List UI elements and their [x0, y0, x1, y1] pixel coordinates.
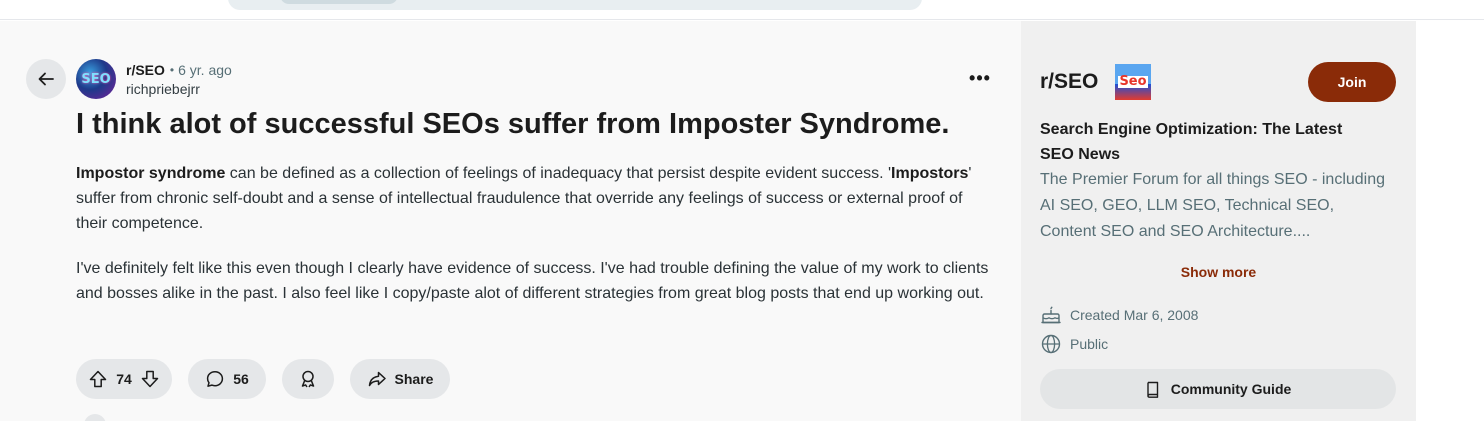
post-actions: 74 56 Share [76, 359, 450, 399]
subreddit-avatar[interactable]: SEO [76, 59, 116, 99]
visibility-row: Public [1040, 333, 1108, 355]
cake-icon [1041, 306, 1061, 324]
subreddit-link[interactable]: r/SEO [126, 61, 165, 79]
community-name[interactable]: r/SEO [1040, 69, 1098, 95]
show-more-link[interactable]: Show more [1021, 264, 1416, 280]
paragraph-text: can be defined as a collection of feelin… [225, 165, 892, 182]
more-options-icon: ••• [969, 67, 991, 88]
post-body: Impostor syndrome can be defined as a co… [76, 161, 996, 326]
community-sidebar: r/SEO Seo Join Search Engine Optimizatio… [1021, 21, 1416, 421]
community-icon-text: Seo [1118, 74, 1148, 89]
post-paragraph-2: I've definitely felt like this even thou… [76, 260, 989, 302]
globe-icon [1041, 334, 1061, 354]
post-meta: r/SEO • 6 yr. ago [126, 61, 232, 79]
created-date: Created Mar 6, 2008 [1070, 307, 1199, 323]
top-bar [0, 0, 1484, 20]
downvote-icon[interactable] [140, 369, 160, 389]
more-options-button[interactable]: ••• [966, 68, 994, 88]
comment-icon [207, 371, 224, 387]
community-headline: Search Engine Optimization: The Latest S… [1040, 121, 1343, 163]
post-paragraph-1: Impostor syndrome can be defined as a co… [76, 161, 996, 236]
community-icon: Seo [1115, 64, 1151, 100]
comment-count: 56 [233, 371, 249, 387]
comments-button[interactable]: 56 [188, 359, 266, 399]
share-button[interactable]: Share [350, 359, 450, 399]
created-date-row: Created Mar 6, 2008 [1040, 305, 1198, 325]
author-link[interactable]: richpriebejrr [126, 80, 200, 98]
share-label: Share [394, 371, 434, 387]
bold-term-1: Impostor syndrome [76, 165, 226, 182]
vote-control: 74 [76, 359, 172, 399]
meta-separator: • [169, 63, 175, 77]
search-bar[interactable] [228, 0, 922, 10]
vote-count: 74 [116, 371, 132, 387]
back-arrow-icon [38, 72, 54, 86]
community-description: The Premier Forum for all things SEO - i… [1040, 171, 1386, 240]
award-button[interactable] [282, 359, 334, 399]
bold-term-2: Impostors [891, 165, 969, 182]
visibility-label: Public [1070, 336, 1109, 352]
join-button[interactable]: Join [1308, 62, 1396, 102]
community-guide-label: Community Guide [1170, 381, 1292, 397]
right-gutter [1416, 21, 1484, 421]
search-chip[interactable] [280, 0, 398, 4]
upvote-icon[interactable] [88, 369, 108, 389]
award-icon [301, 370, 315, 388]
back-button[interactable] [26, 59, 66, 99]
avatar-text: SEO [81, 71, 111, 87]
post-title: I think alot of successful SEOs suffer f… [76, 108, 950, 140]
community-guide-button[interactable]: Community Guide [1040, 369, 1396, 409]
book-icon [1147, 381, 1158, 398]
share-icon [368, 371, 386, 387]
post-age: 6 yr. ago [178, 62, 232, 78]
